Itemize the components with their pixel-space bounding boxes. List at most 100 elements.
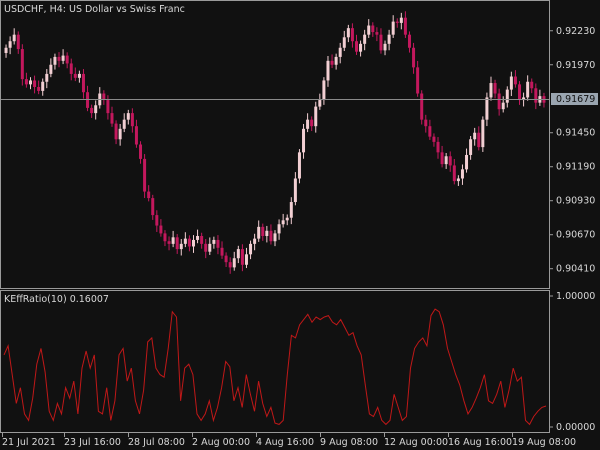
candle-body	[159, 225, 163, 234]
candle-body	[45, 73, 49, 82]
candle-body	[191, 239, 195, 247]
candle-body	[407, 34, 411, 48]
indicator-tick-top: 1.00000	[556, 291, 595, 302]
candle-body	[216, 239, 220, 248]
candle-body	[57, 56, 61, 61]
candle-body	[399, 17, 403, 23]
candle-body	[350, 28, 354, 42]
candle-body	[143, 158, 147, 192]
candle-body	[187, 238, 191, 247]
candle-body	[232, 258, 236, 268]
time-tick-label: 23 Jul 16:00	[64, 437, 121, 448]
time-tick-label: 9 Aug 08:00	[320, 437, 378, 448]
candle-body	[240, 249, 244, 265]
candle-body	[212, 239, 216, 244]
candle-body	[359, 43, 363, 52]
candle-body	[452, 165, 456, 182]
candle-body	[375, 32, 379, 35]
candle-body	[489, 83, 493, 98]
candle-body	[481, 119, 485, 148]
candle-body	[24, 79, 28, 85]
candle-body	[513, 76, 517, 85]
candle-body	[505, 89, 509, 103]
candle-body	[367, 25, 371, 35]
candle-body	[61, 55, 65, 61]
candle-body	[440, 152, 444, 165]
candle-body	[249, 243, 253, 255]
candle-body	[501, 102, 505, 110]
candle-body	[338, 47, 342, 57]
candle-body	[244, 254, 248, 265]
candle-body	[86, 92, 90, 108]
candle-body	[293, 178, 297, 203]
candle-body	[342, 37, 346, 48]
candle-body	[69, 63, 73, 74]
candle-body	[183, 238, 187, 244]
candle-body	[473, 132, 477, 140]
candle-body	[37, 86, 41, 91]
candle-body	[77, 73, 81, 78]
candle-body	[253, 238, 257, 244]
candle-body	[444, 156, 448, 165]
current-price-tag: 0.91679	[551, 93, 598, 105]
candle-body	[208, 243, 212, 252]
candle-body	[220, 247, 224, 256]
trading-chart[interactable]: USDCHF, H4: US Dollar vs Swiss Franc 0.9…	[0, 0, 600, 450]
candle-body	[228, 262, 232, 268]
candle-body	[403, 17, 407, 35]
price-tick-label: 0.91970	[556, 60, 595, 71]
candle-body	[387, 34, 391, 44]
time-tick-label: 4 Aug 16:00	[256, 437, 314, 448]
indicator-label: KEffRatio(10) 0.16007	[4, 294, 109, 305]
candle-body	[485, 97, 489, 120]
candle-body	[314, 106, 318, 127]
candle-body	[302, 128, 306, 153]
candle-body	[456, 178, 460, 182]
candle-body	[204, 243, 208, 252]
candle-body	[130, 113, 134, 127]
candle-body	[285, 217, 289, 221]
candle-body	[391, 21, 395, 35]
candle-body	[412, 47, 416, 68]
candle-body	[171, 237, 175, 244]
candle-body	[12, 34, 16, 42]
candle-body	[465, 154, 469, 170]
candle-body	[436, 141, 440, 153]
price-tick-label: 0.91190	[556, 162, 595, 173]
price-tick-label: 0.90670	[556, 230, 595, 241]
candle-body	[534, 88, 538, 103]
time-tick-label: 19 Aug 08:00	[512, 437, 576, 448]
candle-body	[420, 93, 424, 120]
candle-body	[139, 144, 143, 159]
candle-body	[334, 56, 338, 65]
candle-body	[395, 21, 399, 23]
time-tick-label: 16 Aug 16:00	[448, 437, 512, 448]
time-tick-label: 28 Jul 08:00	[128, 437, 185, 448]
candle-body	[179, 243, 183, 250]
candle-body	[265, 230, 269, 237]
candle-body	[432, 136, 436, 142]
candle-body	[151, 198, 155, 216]
candle-body	[326, 60, 330, 81]
candle-body	[306, 119, 310, 129]
candle-body	[118, 128, 122, 140]
candle-body	[236, 249, 240, 259]
candle-body	[518, 84, 522, 101]
candle-body	[477, 132, 481, 148]
candle-body	[289, 202, 293, 218]
price-tick-label: 0.92230	[556, 26, 595, 37]
candle-body	[90, 107, 94, 114]
candle-body	[448, 156, 452, 166]
candle-body	[8, 41, 12, 48]
candle-body	[493, 83, 497, 94]
candle-body	[224, 255, 228, 263]
candle-body	[4, 47, 8, 53]
candle-body	[383, 43, 387, 51]
candle-body	[196, 236, 200, 240]
candle-body	[273, 233, 277, 242]
candle-body	[106, 100, 110, 114]
candle-body	[509, 76, 513, 90]
candle-body	[28, 80, 32, 85]
candle-body	[110, 113, 114, 124]
candle-body	[155, 215, 159, 226]
